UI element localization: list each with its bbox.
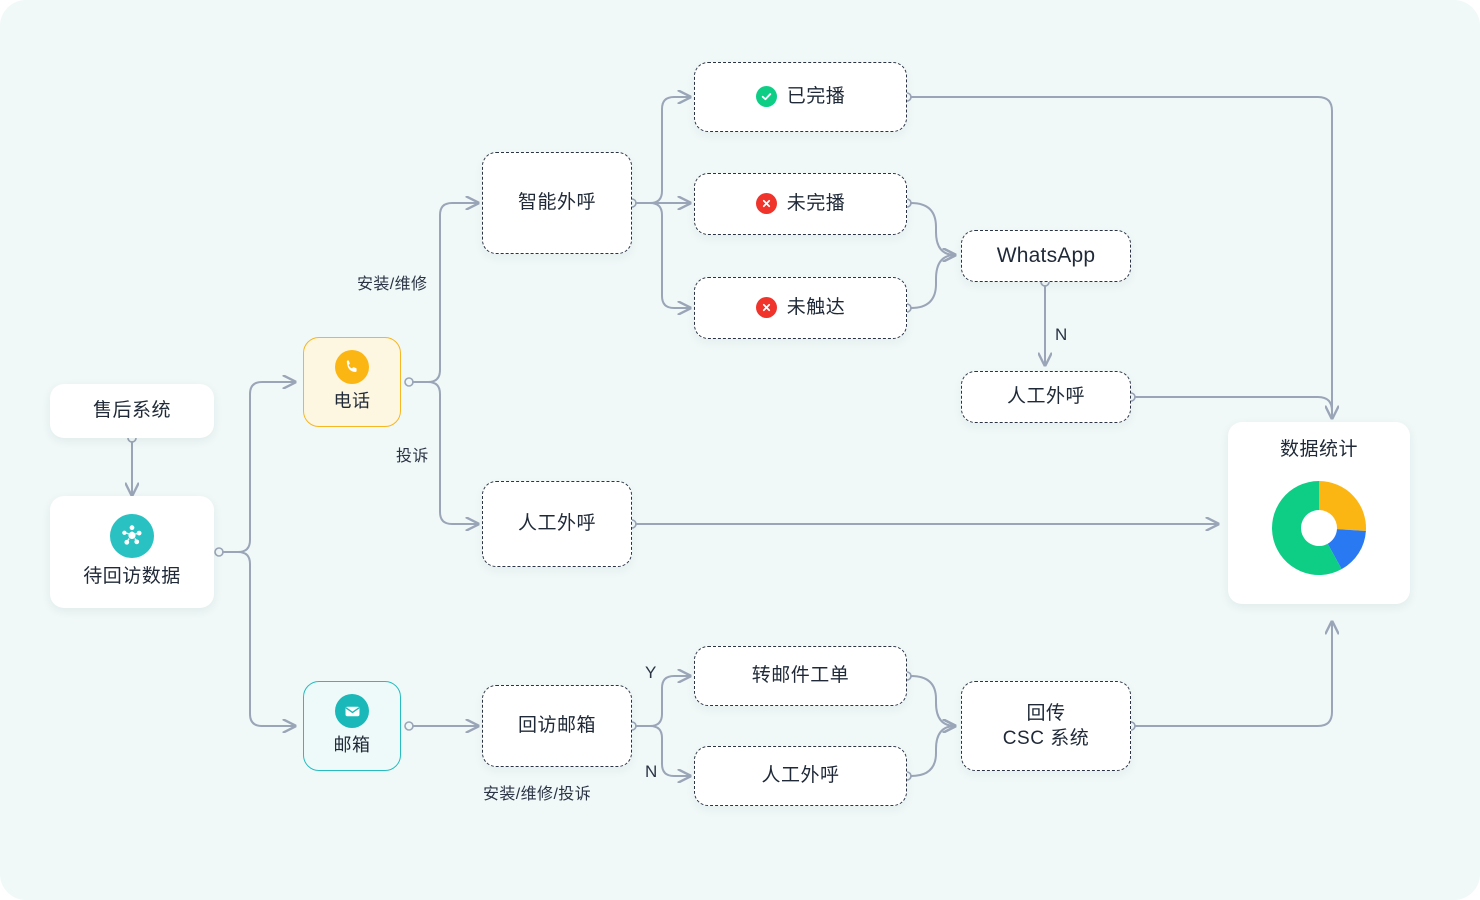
donut-chart xyxy=(1265,474,1373,588)
node-not-reached-label: 未触达 xyxy=(786,297,846,319)
node-visit-mailbox[interactable]: 回访邮箱 xyxy=(482,685,632,767)
network-icon xyxy=(110,514,154,559)
node-aftersales-system[interactable]: 售后系统 xyxy=(50,384,214,438)
node-pending-visit-data-label: 待回访数据 xyxy=(83,566,181,588)
node-manual-call-bottom[interactable]: 人工外呼 xyxy=(694,746,907,806)
node-data-statistics[interactable]: 数据统计 xyxy=(1228,422,1410,604)
node-whatsapp-label: WhatsApp xyxy=(996,244,1096,268)
edge-label-install-repair-complaint: 安装/维修/投诉 xyxy=(483,786,592,803)
edge-label-mail-no: N xyxy=(645,762,658,781)
node-manual-call-top[interactable]: 人工外呼 xyxy=(961,371,1131,423)
node-manual-call-middle[interactable]: 人工外呼 xyxy=(482,481,632,567)
node-pending-visit-data[interactable]: 待回访数据 xyxy=(50,496,214,608)
node-played-incomplete-label: 未完播 xyxy=(786,193,846,215)
node-smart-outbound-call-label: 智能外呼 xyxy=(517,192,596,214)
edge-label-complaint: 投诉 xyxy=(396,448,429,465)
node-data-statistics-label: 数据统计 xyxy=(1279,439,1358,461)
node-played-complete-label: 已完播 xyxy=(786,86,846,108)
node-whatsapp[interactable]: WhatsApp xyxy=(961,230,1131,282)
node-email-channel-label: 邮箱 xyxy=(333,735,371,756)
edge-label-install-repair: 安装/维修 xyxy=(357,276,428,293)
success-check-icon xyxy=(755,86,777,108)
edge-label-mail-yes: Y xyxy=(645,663,657,682)
edge-label-whatsapp-no: N xyxy=(1055,325,1068,344)
node-visit-mailbox-label: 回访邮箱 xyxy=(517,715,596,737)
phone-icon xyxy=(335,350,369,385)
node-played-incomplete[interactable]: 未完播 xyxy=(694,173,907,235)
node-phone-channel[interactable]: 电话 xyxy=(303,337,401,427)
donut-slice xyxy=(1319,481,1366,532)
node-not-reached[interactable]: 未触达 xyxy=(694,277,907,339)
envelope-icon xyxy=(335,694,369,729)
node-aftersales-system-label: 售后系统 xyxy=(92,400,171,422)
node-smart-outbound-call[interactable]: 智能外呼 xyxy=(482,152,632,254)
node-manual-call-top-label: 人工外呼 xyxy=(1006,386,1085,408)
error-cross-icon xyxy=(755,297,777,319)
error-cross-icon xyxy=(755,193,777,215)
node-mail-ticket[interactable]: 转邮件工单 xyxy=(694,646,907,706)
node-played-complete[interactable]: 已完播 xyxy=(694,62,907,132)
node-csc-return-label: 回传 CSC 系统 xyxy=(1002,702,1090,749)
node-csc-return[interactable]: 回传 CSC 系统 xyxy=(961,681,1131,771)
node-manual-call-middle-label: 人工外呼 xyxy=(517,513,596,535)
node-phone-channel-label: 电话 xyxy=(333,391,371,412)
node-email-channel[interactable]: 邮箱 xyxy=(303,681,401,771)
node-mail-ticket-label: 转邮件工单 xyxy=(751,665,850,687)
flowchart-canvas: 售后系统 待回访数据 电话 邮箱 智能外呼 已完播 未完播 未触达 WhatsA… xyxy=(0,0,1480,900)
node-manual-call-bottom-label: 人工外呼 xyxy=(761,765,840,787)
